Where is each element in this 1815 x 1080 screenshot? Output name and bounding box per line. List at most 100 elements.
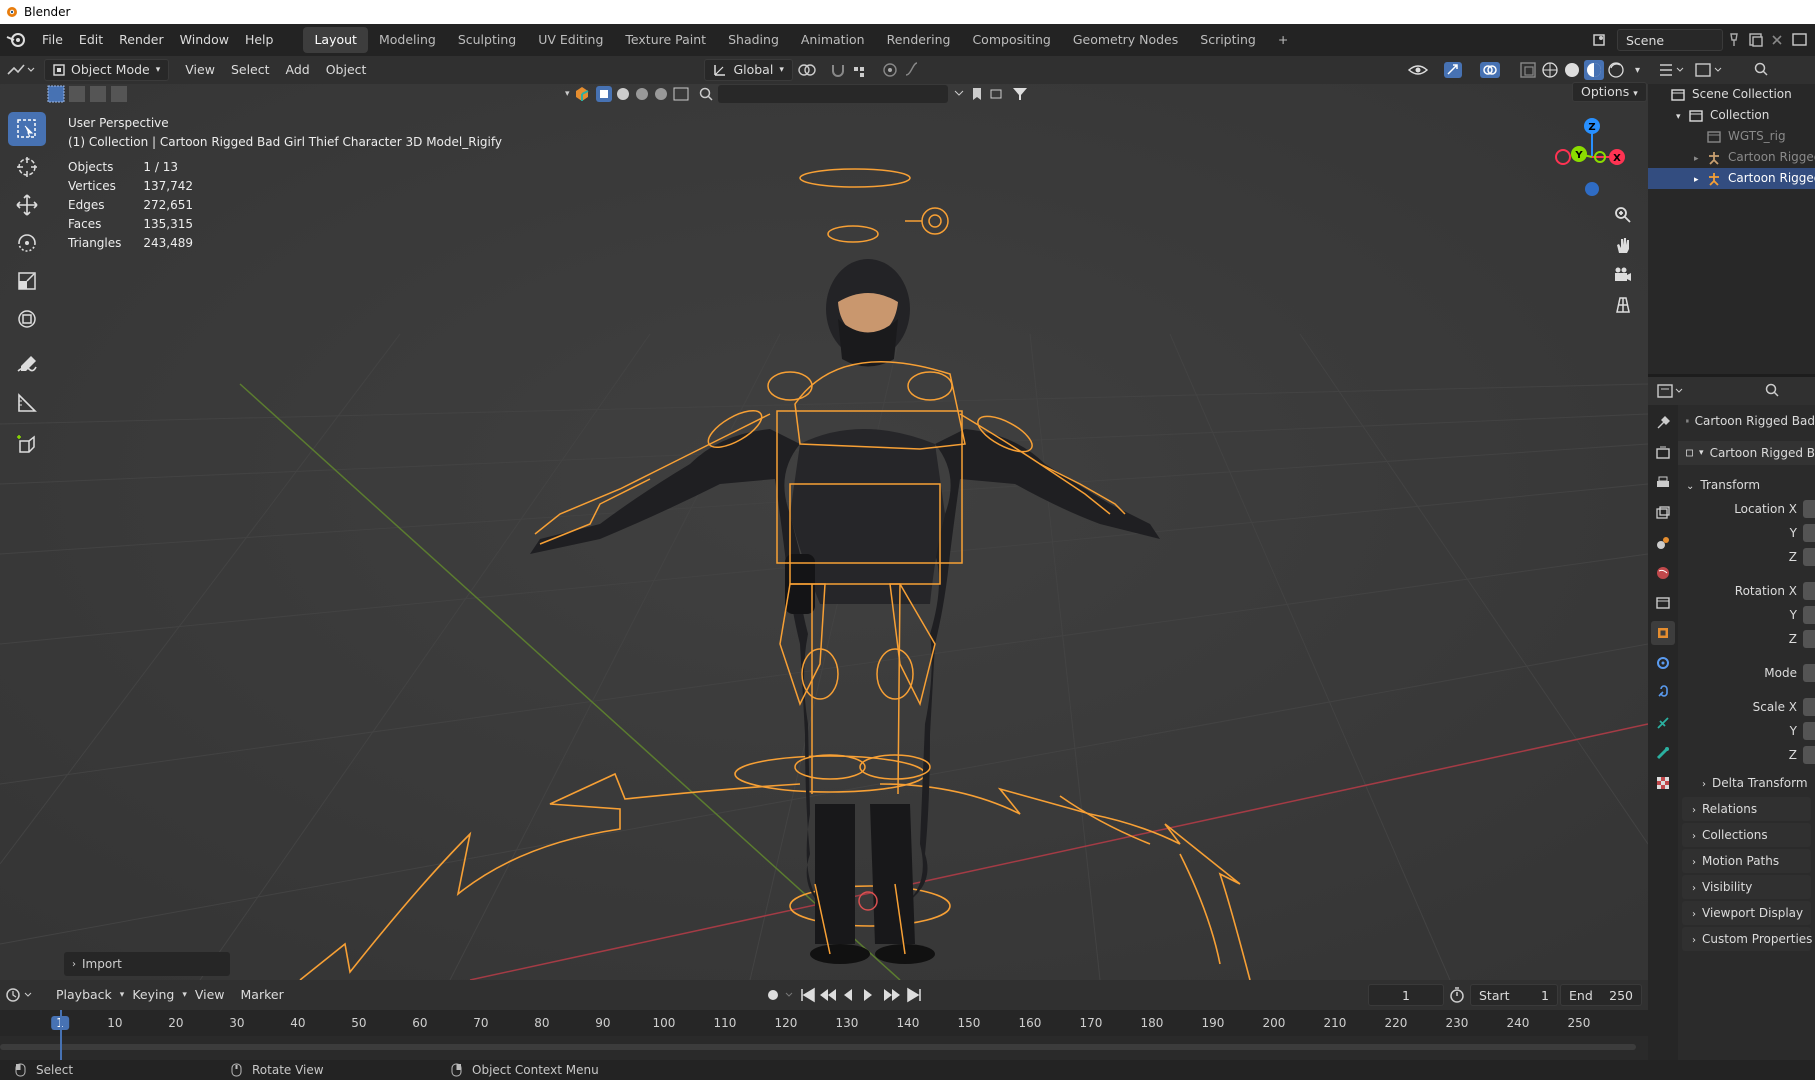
collapsed-section-header[interactable]: › Viewport Display — [1682, 901, 1811, 925]
auto-keying-icon[interactable] — [762, 984, 798, 1006]
pivot-point-icon[interactable] — [793, 59, 827, 81]
viewport-menu-select[interactable]: Select — [223, 59, 278, 81]
scene-selector[interactable]: Scene — [1617, 29, 1723, 51]
number-field[interactable] — [1803, 664, 1815, 682]
timeline-menu-keying[interactable]: Keying — [124, 984, 182, 1006]
properties-editor-type-icon[interactable] — [1648, 377, 1688, 405]
tab-constraints[interactable] — [1651, 681, 1675, 705]
collapsed-section-header[interactable]: › Custom Properties — [1682, 927, 1812, 951]
xray-toggle-icon[interactable] — [1517, 59, 1539, 81]
collapsed-section-header[interactable]: › Relations — [1682, 797, 1811, 821]
number-field[interactable] — [1803, 722, 1815, 740]
timeline-scrollbar[interactable] — [0, 1044, 1636, 1050]
shading-rendered-icon[interactable] — [1605, 59, 1627, 81]
workspace-tab-rendering[interactable]: Rendering — [876, 27, 962, 53]
proportional-edit-icon[interactable] — [879, 59, 901, 81]
playback-controls[interactable] — [798, 984, 928, 1006]
menu-help[interactable]: Help — [237, 24, 282, 56]
zoom-button[interactable] — [1608, 200, 1638, 230]
workspace-tab-uv-editing[interactable]: UV Editing — [527, 27, 614, 53]
scale-tool[interactable] — [8, 264, 46, 298]
tab-collection[interactable] — [1651, 591, 1675, 615]
blender-menu-icon[interactable] — [0, 29, 34, 51]
tab-bone[interactable] — [1651, 741, 1675, 765]
current-frame-field[interactable]: 1 — [1368, 984, 1444, 1006]
select-mode-icons[interactable] — [46, 84, 146, 104]
workspace-tab-layout[interactable]: Layout — [303, 27, 368, 53]
shading-material-preview-icon[interactable] — [1583, 59, 1605, 81]
transform-orientation-selector[interactable]: Global ▾ — [704, 59, 793, 81]
menu-render[interactable]: Render — [111, 24, 172, 56]
search-icon[interactable] — [1752, 60, 1772, 80]
add-workspace-button[interactable]: + — [1267, 27, 1299, 53]
tab-view-layer[interactable] — [1651, 501, 1675, 525]
editor-type-icon[interactable] — [0, 59, 38, 81]
tab-tool[interactable] — [1651, 411, 1675, 435]
collapsed-section-header[interactable]: › Motion Paths — [1682, 849, 1811, 873]
workspace-tab-shading[interactable]: Shading — [717, 27, 790, 53]
workspace-tab-compositing[interactable]: Compositing — [961, 27, 1061, 53]
tab-data[interactable] — [1651, 711, 1675, 735]
transform-tool[interactable] — [8, 302, 46, 336]
timeline-menu-playback[interactable]: Playback — [48, 984, 120, 1006]
number-field[interactable] — [1803, 524, 1815, 542]
rotate-tool[interactable] — [8, 226, 46, 260]
end-frame-field[interactable]: End 250 — [1560, 984, 1642, 1006]
shading-wireframe-icon[interactable] — [1539, 59, 1561, 81]
new-scene-icon[interactable] — [1745, 30, 1767, 50]
number-field[interactable] — [1803, 500, 1815, 518]
snap-icon[interactable] — [827, 59, 849, 81]
scene-icon[interactable] — [1589, 30, 1617, 50]
outliner-row[interactable]: WGTS_rig — [1648, 126, 1815, 147]
select-box-tool[interactable] — [8, 112, 46, 146]
menu-window[interactable]: Window — [172, 24, 237, 56]
stopwatch-icon[interactable] — [1444, 984, 1470, 1006]
tab-world[interactable] — [1651, 561, 1675, 585]
shading-solid-icon[interactable] — [1561, 59, 1583, 81]
cursor-tool[interactable] — [8, 150, 46, 184]
add-cube-tool[interactable] — [8, 428, 46, 462]
outliner-row[interactable]: ▸ Cartoon Rigged — [1648, 147, 1815, 168]
tab-modifiers[interactable] — [1651, 651, 1675, 675]
number-field[interactable] — [1803, 630, 1815, 648]
viewport-menu-add[interactable]: Add — [278, 59, 318, 81]
menu-file[interactable]: File — [34, 24, 71, 56]
object-types-icon[interactable] — [573, 85, 591, 103]
workspace-tab-scripting[interactable]: Scripting — [1189, 27, 1267, 53]
tab-texture[interactable] — [1651, 771, 1675, 795]
measure-tool[interactable] — [8, 386, 46, 420]
workspace-tab-texture-paint[interactable]: Texture Paint — [614, 27, 717, 53]
collapsed-section-header[interactable]: › Collections — [1682, 823, 1811, 847]
chevron-down-icon[interactable]: ▾ — [1627, 65, 1648, 76]
last-operator-panel[interactable]: › Import — [64, 952, 230, 976]
start-frame-field[interactable]: Start 1 — [1470, 984, 1558, 1006]
gizmo-toggle-icon[interactable] — [1441, 59, 1477, 81]
tab-object[interactable] — [1651, 621, 1675, 645]
timeline-track-area[interactable] — [0, 1036, 1648, 1060]
move-tool[interactable] — [8, 188, 46, 222]
delta-transform-subpanel[interactable]: › Delta Transform — [1678, 771, 1815, 795]
display-mode-icon[interactable] — [1688, 56, 1728, 84]
number-field[interactable] — [1803, 606, 1815, 624]
workspace-tab-modeling[interactable]: Modeling — [368, 27, 447, 53]
frame-ruler[interactable]: 1102030405060708090100110120130140150160… — [0, 1010, 1648, 1036]
view-layer-icon[interactable] — [1787, 30, 1815, 50]
outliner-row[interactable]: ▾ Collection — [1648, 105, 1815, 126]
chevron-down-icon[interactable]: ▾ — [1676, 107, 1688, 128]
search-icon[interactable] — [697, 85, 715, 103]
search-icon[interactable] — [1763, 381, 1783, 401]
filter-icons[interactable] — [951, 85, 1061, 103]
chevron-right-icon[interactable]: ▸ — [1694, 170, 1706, 191]
perspective-toggle-button[interactable] — [1608, 290, 1638, 320]
tab-output[interactable] — [1651, 471, 1675, 495]
pan-button[interactable] — [1608, 230, 1638, 260]
menu-edit[interactable]: Edit — [71, 24, 111, 56]
outliner-row[interactable]: ▸ Cartoon Rigged — [1648, 168, 1815, 189]
workspace-tab-geometry-nodes[interactable]: Geometry Nodes — [1062, 27, 1189, 53]
outliner-row[interactable]: Scene Collection — [1648, 84, 1815, 105]
annotate-tool[interactable] — [8, 348, 46, 382]
viewport-menu-object[interactable]: Object — [318, 59, 375, 81]
delete-scene-icon[interactable] — [1767, 30, 1787, 50]
tab-render[interactable] — [1651, 441, 1675, 465]
snap-target-icon[interactable] — [849, 59, 879, 81]
